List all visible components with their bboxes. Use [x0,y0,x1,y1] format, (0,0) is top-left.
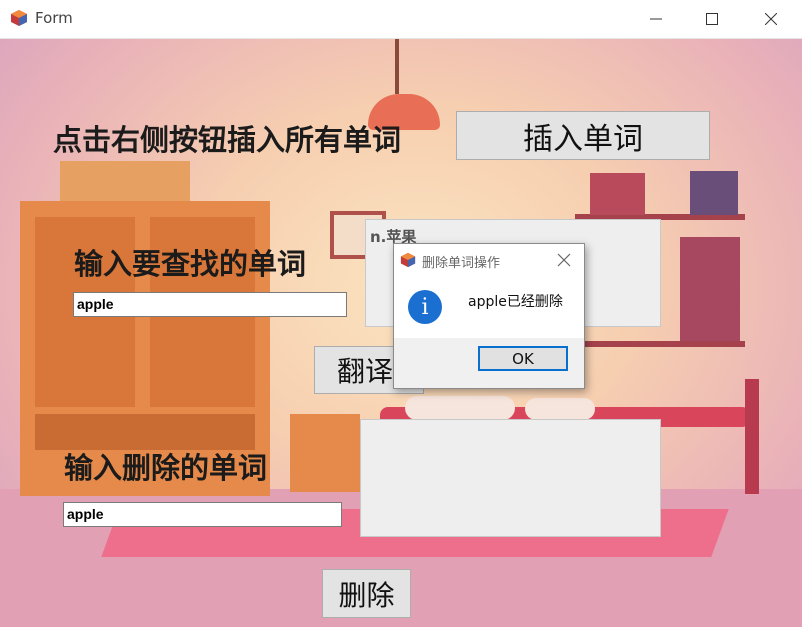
dialog-title: 删除单词操作 [422,256,501,271]
search-word-input[interactable]: apple [73,292,347,317]
close-icon[interactable] [556,252,572,268]
insert-words-label: 点击右侧按钮插入所有单词 [53,123,402,157]
app-icon [400,252,416,268]
maximize-button[interactable] [689,0,735,38]
dialog-message: apple已经删除 [468,294,563,310]
app-icon [11,10,27,26]
delete-result-panel [360,419,661,537]
close-icon [765,13,777,25]
dialog-title-bar[interactable]: 删除单词操作 [394,244,584,276]
minimize-button[interactable] [633,0,679,38]
close-button[interactable] [748,0,794,38]
window-title: Form [35,9,73,27]
maximize-icon [706,13,718,25]
dialog-body: i apple已经删除 [394,276,584,338]
insert-words-button[interactable]: 插入单词 [456,111,710,160]
delete-word-input[interactable]: apple [63,502,342,527]
minimize-icon [650,18,662,20]
ok-button[interactable]: OK [478,346,568,371]
delete-confirmation-dialog: 删除单词操作 i apple已经删除 OK [393,243,585,389]
search-word-label: 输入要查找的单词 [74,247,307,281]
delete-button[interactable]: 删除 [322,569,411,618]
form-window: Form 点击右侧按钮插入所有单词 插入单词 输入要查找的单词 apple n.… [0,0,802,627]
info-icon: i [408,290,442,324]
title-bar[interactable]: Form [0,0,802,39]
delete-word-label: 输入删除的单词 [64,451,268,485]
